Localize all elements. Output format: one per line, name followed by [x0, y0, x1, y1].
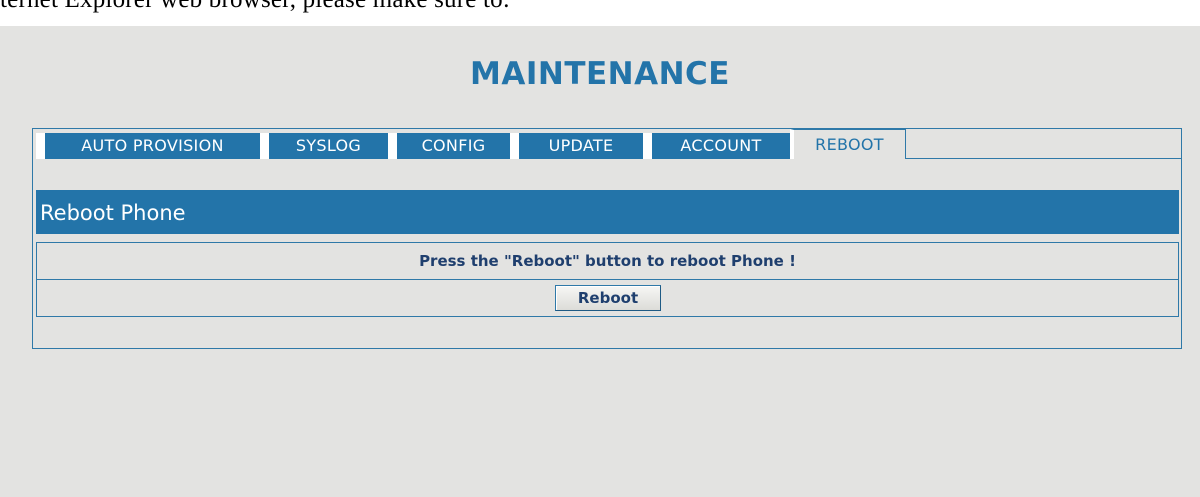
tab-reboot[interactable]: REBOOT [790, 129, 906, 159]
tab-bar: AUTO PROVISION SYSLOG CONFIG UPDATE ACCO… [33, 129, 1182, 159]
reboot-action-row: Reboot [36, 279, 1179, 317]
tab-underline [906, 158, 1182, 159]
section-header: Reboot Phone [36, 190, 1179, 234]
tab-update[interactable]: UPDATE [510, 133, 643, 159]
document-text-fragment: ternet Explorer web browser, please make… [0, 0, 1200, 26]
tab-config[interactable]: CONFIG [388, 133, 510, 159]
reboot-message: Press the "Reboot" button to reboot Phon… [419, 252, 796, 270]
reboot-button[interactable]: Reboot [555, 285, 661, 311]
tab-account[interactable]: ACCOUNT [643, 133, 790, 159]
maintenance-panel: AUTO PROVISION SYSLOG CONFIG UPDATE ACCO… [32, 128, 1182, 349]
reboot-message-row: Press the "Reboot" button to reboot Phon… [36, 242, 1179, 280]
tab-syslog[interactable]: SYSLOG [260, 133, 388, 159]
page-title: MAINTENANCE [470, 56, 730, 92]
tab-auto-provision[interactable]: AUTO PROVISION [36, 133, 260, 159]
document-text: ternet Explorer web browser, please make… [0, 0, 510, 14]
